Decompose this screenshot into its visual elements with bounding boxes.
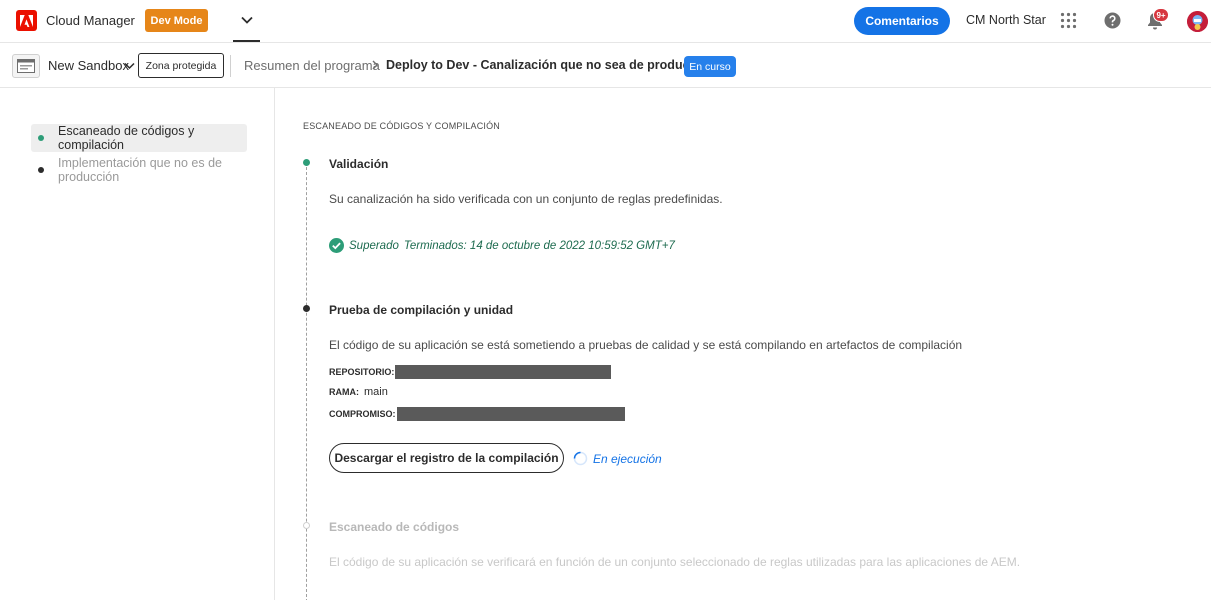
program-dropdown-chevron-icon[interactable] xyxy=(124,60,135,71)
sandbox-zone-tag: Zona protegida xyxy=(138,53,224,78)
step-detail-panel: ESCANEADO DE CÓDIGOS Y COMPILACIÓN Valid… xyxy=(276,88,1211,600)
step-title-build-unit-test: Prueba de compilación y unidad xyxy=(329,303,514,317)
adobe-logo-icon[interactable] xyxy=(16,10,37,31)
breadcrumb-chevron-right-icon xyxy=(372,60,378,70)
step-title-validation: Validación xyxy=(329,157,389,171)
step-sidebar: Escaneado de códigos y compilación Imple… xyxy=(0,88,275,600)
result-timestamp: Terminados: 14 de octubre de 2022 10:59:… xyxy=(403,239,675,252)
repository-value-redacted xyxy=(395,365,612,379)
running-label: En ejecución xyxy=(593,451,662,466)
timeline-line xyxy=(306,162,307,600)
program-name[interactable]: New Sandbox xyxy=(48,58,129,73)
step-active-dot-icon xyxy=(303,305,310,312)
feedback-button[interactable]: Comentarios xyxy=(854,7,950,35)
step-complete-dot-icon xyxy=(303,159,310,166)
repository-row: REPOSITORIO: xyxy=(329,365,612,379)
commit-row: COMPROMISO: xyxy=(329,407,625,421)
sidebar-item-label: Escaneado de códigos y compilación xyxy=(58,124,195,152)
step-description-code-scan: El código de su aplicación se verificará… xyxy=(329,555,1021,569)
divider xyxy=(230,55,231,77)
status-dot-icon xyxy=(38,167,44,173)
user-avatar[interactable] xyxy=(1187,11,1208,32)
step-title-code-scan: Escaneado de códigos xyxy=(329,520,460,534)
status-dot-icon xyxy=(38,135,44,141)
download-build-log-button[interactable]: Descargar el registro de la compilación xyxy=(329,443,564,473)
app-name[interactable]: Cloud Manager xyxy=(46,13,135,28)
result-status: Superado xyxy=(349,239,399,252)
step-pending-dot-icon xyxy=(303,522,310,529)
step-description-validation: Su canalización ha sido verificada con u… xyxy=(329,192,723,206)
pipeline-status-badge: En curso xyxy=(684,56,736,77)
branch-row: RAMA: main xyxy=(329,386,388,398)
help-icon[interactable] xyxy=(1104,12,1121,29)
commit-label: COMPROMISO: xyxy=(329,409,396,419)
branch-value: main xyxy=(364,386,388,398)
branch-label: RAMA: xyxy=(329,387,359,397)
running-status: En ejecución xyxy=(573,451,662,466)
sidebar-item-non-production-deploy[interactable]: Implementación que no es de producción xyxy=(31,156,275,184)
notification-count-badge: 9+ xyxy=(1153,8,1169,22)
spinner-icon xyxy=(573,451,588,466)
sidebar-item-code-scan-build[interactable]: Escaneado de códigos y compilación xyxy=(31,124,247,152)
section-title: ESCANEADO DE CÓDIGOS Y COMPILACIÓN xyxy=(303,121,501,131)
check-circle-icon xyxy=(329,238,344,253)
step-description-build-unit-test: El código de su aplicación se está somet… xyxy=(329,338,963,352)
apps-grid-icon[interactable] xyxy=(1060,12,1077,29)
top-bar: Cloud Manager Dev Mode Comentarios CM No… xyxy=(0,0,1211,42)
org-switcher[interactable]: CM North Star xyxy=(966,13,1046,27)
validation-result: Superado Terminados: 14 de octubre de 20… xyxy=(329,238,675,253)
commit-value-redacted xyxy=(396,407,625,421)
program-bar: New Sandbox Zona protegida Resumen del p… xyxy=(0,42,1211,88)
breadcrumb-current-pipeline: Deploy to Dev - Canalización que no sea … xyxy=(386,58,716,72)
dev-mode-badge: Dev Mode xyxy=(145,9,208,32)
sandbox-program-icon xyxy=(12,54,40,78)
breadcrumb-program-overview[interactable]: Resumen del programa xyxy=(244,58,380,73)
repository-label: REPOSITORIO: xyxy=(329,367,395,377)
sidebar-item-label: Implementación que no es de producción xyxy=(58,156,222,184)
program-switcher-chevron-icon[interactable] xyxy=(233,0,260,42)
